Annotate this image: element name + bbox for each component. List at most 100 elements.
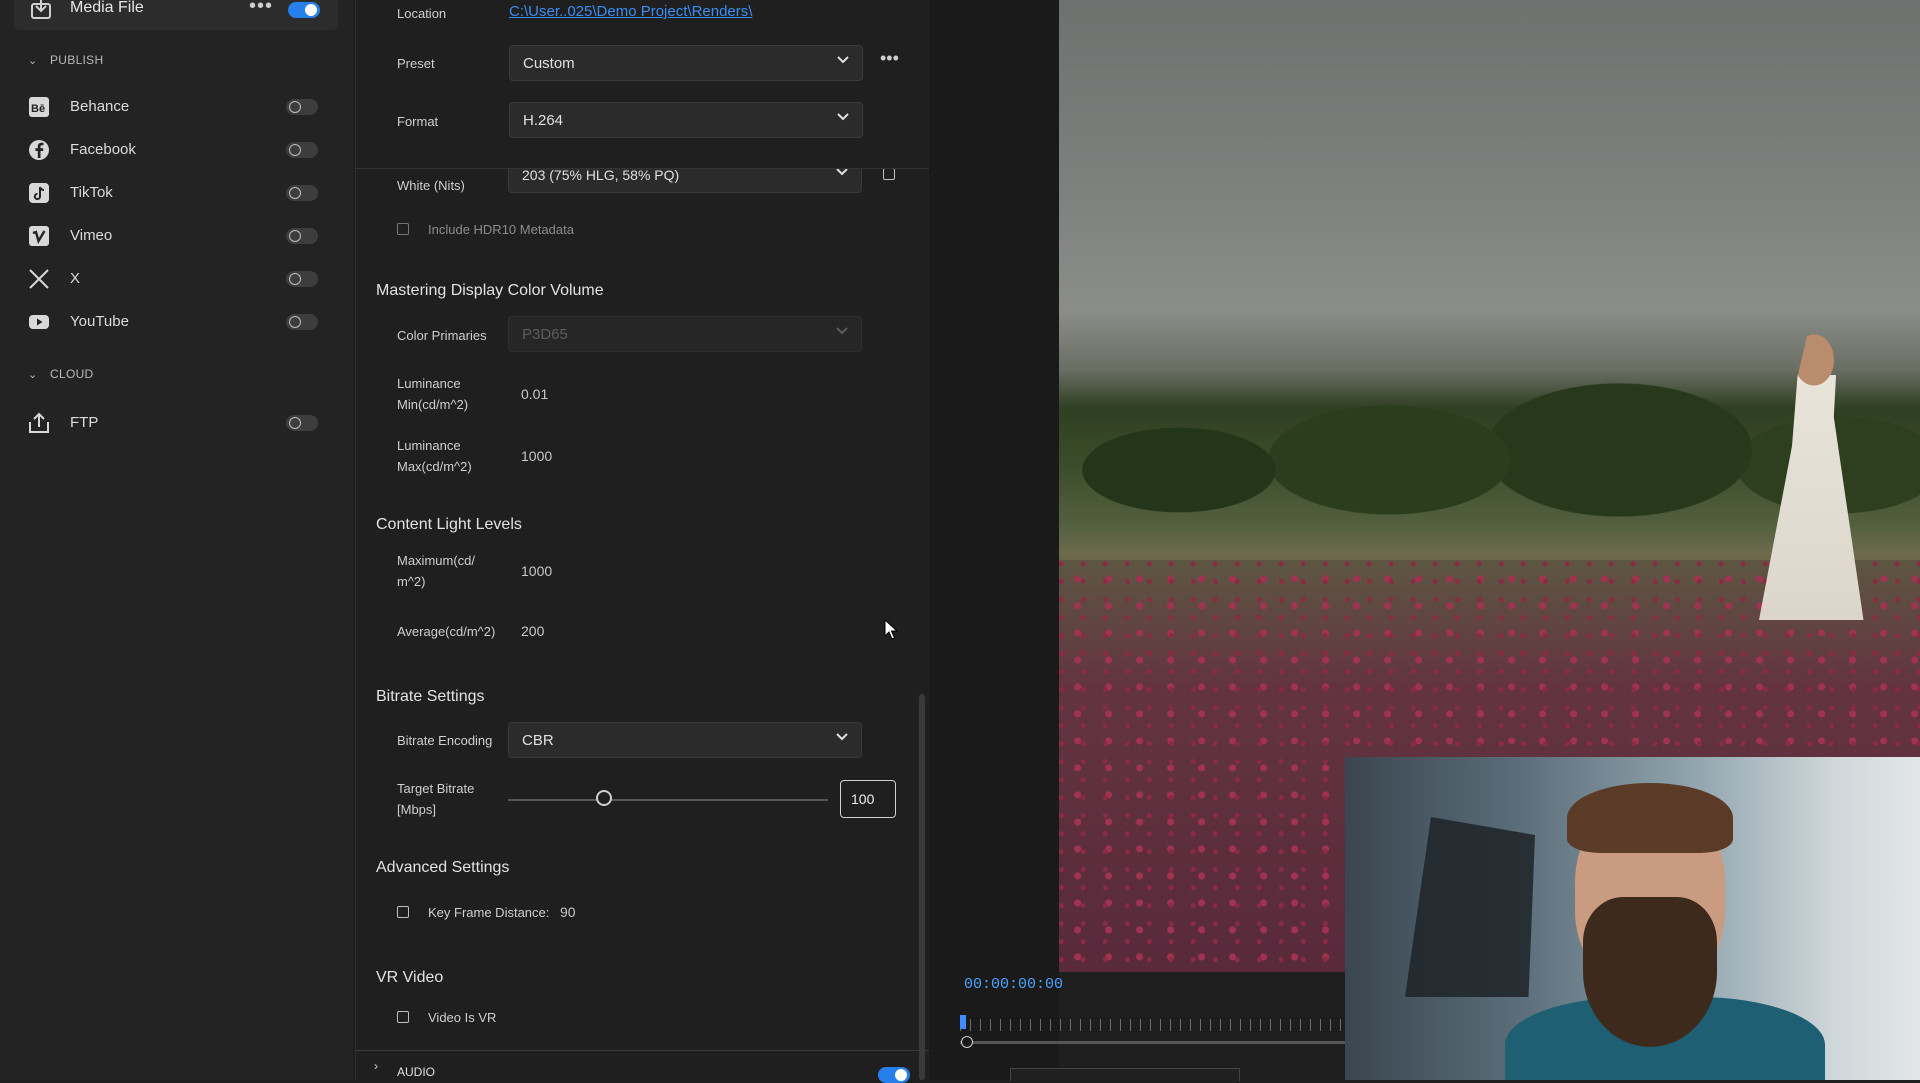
vr-checkbox[interactable] [397,1011,409,1023]
tiktok-icon [29,183,49,203]
vimeo-toggle[interactable] [286,228,318,244]
bitrate-encoding-label: Bitrate Encoding [397,733,493,748]
average-value[interactable]: 200 [521,623,544,639]
youtube-icon [29,315,49,329]
location-link[interactable]: C:\User..025\Demo Project\Renders\ [509,3,752,20]
youtube-toggle[interactable] [286,314,318,330]
luminance-min-label-2: Min(cd/m^2) [397,397,469,412]
publish-item-label: TikTok [70,184,113,201]
preview-background [929,0,1059,1080]
color-primaries-dropdown: P3D65 [508,316,862,352]
chevron-down-icon: ⌄ [28,369,38,381]
format-dropdown[interactable]: H.264 [509,102,863,138]
graphics-white-value: 203 (75% HLG, 58% PQ) [522,167,680,183]
chevron-down-icon [837,113,849,121]
bitrate-encoding-dropdown[interactable]: CBR [508,722,862,758]
audio-label: AUDIO [397,1065,436,1079]
color-primaries-label: Color Primaries [397,328,487,343]
behance-icon: Bē [29,97,49,117]
preset-value: Custom [523,55,575,72]
average-label: Average(cd/m^2) [397,624,496,639]
location-label: Location [397,6,447,21]
vimeo-icon [29,226,49,246]
destinations-sidebar: Media File ••• ⌄ PUBLISH Bē Behance Faceb… [0,0,353,1080]
export-settings-panel: Location C:\User..025\Demo Project\Rende… [355,0,929,1083]
audio-toggle[interactable] [878,1067,910,1083]
key-frame-label: Key Frame Distance: [428,905,550,920]
webcam-presenter-hair [1567,783,1733,853]
content-light-header: Content Light Levels [376,516,522,533]
bitrate-encoding-value: CBR [522,732,554,749]
cloud-item-ftp[interactable]: FTP [28,408,328,438]
target-bitrate-slider-track[interactable] [508,799,828,801]
publish-item-label: Facebook [70,141,136,158]
luminance-min-label-1: Luminance [397,376,461,391]
timecode-display[interactable]: 00:00:00:00 [964,976,1063,993]
cloud-section-header[interactable]: ⌄ CLOUD [28,367,94,381]
advanced-header: Advanced Settings [376,859,510,876]
webcam-overlay [1345,757,1920,1080]
timeline-in-handle[interactable] [961,1036,973,1048]
target-bitrate-input[interactable]: 100 [840,780,896,818]
key-frame-value[interactable]: 90 [560,904,576,920]
more-options-icon[interactable]: ••• [249,0,273,18]
color-primaries-value: P3D65 [522,326,568,343]
target-bitrate-slider-handle[interactable] [596,790,612,806]
svg-text:Bē: Bē [31,103,45,115]
hdr10-label: Include HDR10 Metadata [428,222,574,237]
publish-item-youtube[interactable]: YouTube [28,307,328,337]
preset-more-icon[interactable]: ••• [880,48,899,69]
luminance-min-value[interactable]: 0.01 [521,386,548,402]
publish-section-header[interactable]: ⌄ PUBLISH [28,53,103,67]
x-toggle[interactable] [286,271,318,287]
publish-item-label: Vimeo [70,227,113,244]
preset-dropdown[interactable]: Custom [509,45,863,81]
behance-toggle[interactable] [286,99,318,115]
facebook-icon [29,140,49,160]
publish-item-label: X [70,270,81,287]
mouse-cursor-icon [884,619,898,640]
vr-header: VR Video [376,969,444,986]
publish-item-vimeo[interactable]: Vimeo [28,221,328,251]
target-bitrate-label-2: [Mbps] [397,802,437,817]
publish-item-behance[interactable]: Bē Behance [28,92,328,122]
chevron-down-icon [836,327,848,335]
graphics-white-checkbox[interactable] [883,168,895,180]
panel-scrollbar[interactable] [919,694,925,1080]
webcam-presenter-beard [1583,897,1717,1047]
audio-section-row[interactable]: › AUDIO [356,1050,929,1083]
timeline-track[interactable] [960,1041,1345,1044]
media-file-label: Media File [70,0,144,16]
tiktok-toggle[interactable] [286,185,318,201]
range-dropdown[interactable] [1010,1068,1240,1081]
preview-timeline[interactable] [960,1015,1345,1048]
format-label: Format [397,114,439,129]
vr-label: Video Is VR [428,1010,497,1025]
timeline-playhead[interactable] [960,1015,966,1029]
bitrate-header: Bitrate Settings [376,688,485,705]
download-icon [31,0,51,19]
cloud-item-label: FTP [70,414,99,431]
hdr10-checkbox[interactable] [397,223,409,235]
target-bitrate-value: 100 [851,791,875,807]
facebook-toggle[interactable] [286,142,318,158]
chevron-down-icon [836,733,848,741]
publish-item-tiktok[interactable]: TikTok [28,178,328,208]
x-icon [29,269,49,289]
publish-item-facebook[interactable]: Facebook [28,135,328,165]
publish-item-x[interactable]: X [28,264,328,294]
chevron-down-icon: ⌄ [28,55,38,67]
publish-item-label: YouTube [70,313,129,330]
format-value: H.264 [523,112,564,129]
panel-fixed-header: Location C:\User..025\Demo Project\Rende… [356,0,929,169]
media-file-toggle[interactable] [288,2,320,18]
media-file-row[interactable]: Media File ••• [14,0,338,30]
luminance-max-value[interactable]: 1000 [521,448,552,464]
preset-label: Preset [397,56,435,71]
luminance-max-label-1: Luminance [397,438,461,453]
ftp-toggle[interactable] [286,415,318,431]
maximum-value[interactable]: 1000 [521,563,552,579]
luminance-max-label-2: Max(cd/m^2) [397,459,472,474]
key-frame-checkbox[interactable] [397,906,409,918]
target-bitrate-label-1: Target Bitrate [397,781,475,796]
